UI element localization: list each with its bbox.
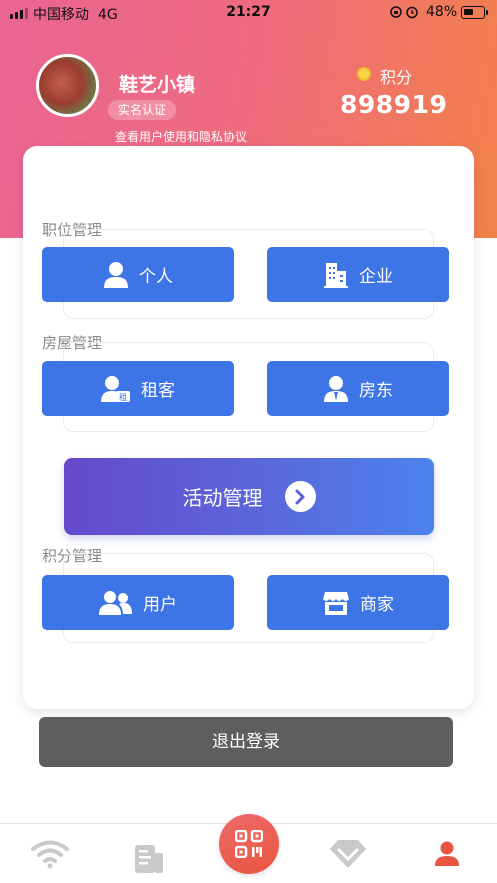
tenant-label: 租客 xyxy=(141,381,175,401)
personal-label: 个人 xyxy=(139,267,173,287)
profile-icon[interactable] xyxy=(434,841,460,867)
news-icon[interactable] xyxy=(134,844,164,874)
points-label: 积分 xyxy=(380,68,413,87)
personal-button[interactable]: 个人 xyxy=(42,247,234,302)
merchant-label: 商家 xyxy=(360,595,394,615)
users-label: 用户 xyxy=(143,595,177,615)
logout-button[interactable]: 退出登录 xyxy=(39,717,453,767)
enterprise-label: 企业 xyxy=(359,267,393,287)
svg-text:租: 租 xyxy=(119,393,127,402)
battery-percentage: 48% xyxy=(426,4,458,20)
merchant-button[interactable]: 商家 xyxy=(267,575,449,630)
wifi-icon[interactable] xyxy=(31,839,69,869)
username: 鞋艺小镇 xyxy=(119,74,196,96)
tenant-button[interactable]: 租 租客 xyxy=(42,361,234,416)
landlord-label: 房东 xyxy=(359,381,393,401)
status-bar: 中国移动 4G 21:27 48% xyxy=(0,0,497,26)
battery-icon xyxy=(461,6,488,19)
lock-rotation-icon xyxy=(390,5,420,22)
points-value: 898919 xyxy=(340,90,448,119)
users-icon xyxy=(99,590,132,615)
landlord-icon xyxy=(324,375,348,402)
tenant-icon: 租 xyxy=(101,375,130,402)
status-time: 21:27 xyxy=(226,4,271,20)
building-icon xyxy=(324,262,348,288)
chevron-right-circle-icon xyxy=(284,481,316,512)
avatar[interactable] xyxy=(36,54,99,117)
users-button[interactable]: 用户 xyxy=(42,575,234,630)
person-icon xyxy=(104,261,128,288)
verification-badge[interactable]: 实名认证 xyxy=(108,100,177,120)
qr-scan-icon xyxy=(235,830,263,858)
shop-icon xyxy=(323,591,349,615)
activity-label: 活动管理 xyxy=(182,486,263,510)
privacy-agreement-link[interactable]: 查看用户使用和隐私协议 xyxy=(115,128,247,145)
enterprise-button[interactable]: 企业 xyxy=(267,247,449,302)
diamond-icon[interactable] xyxy=(328,839,368,869)
coin-icon xyxy=(357,67,371,81)
landlord-button[interactable]: 房东 xyxy=(267,361,449,416)
activity-management-button[interactable]: 活动管理 xyxy=(64,458,434,535)
qr-scan-button[interactable] xyxy=(219,814,279,874)
